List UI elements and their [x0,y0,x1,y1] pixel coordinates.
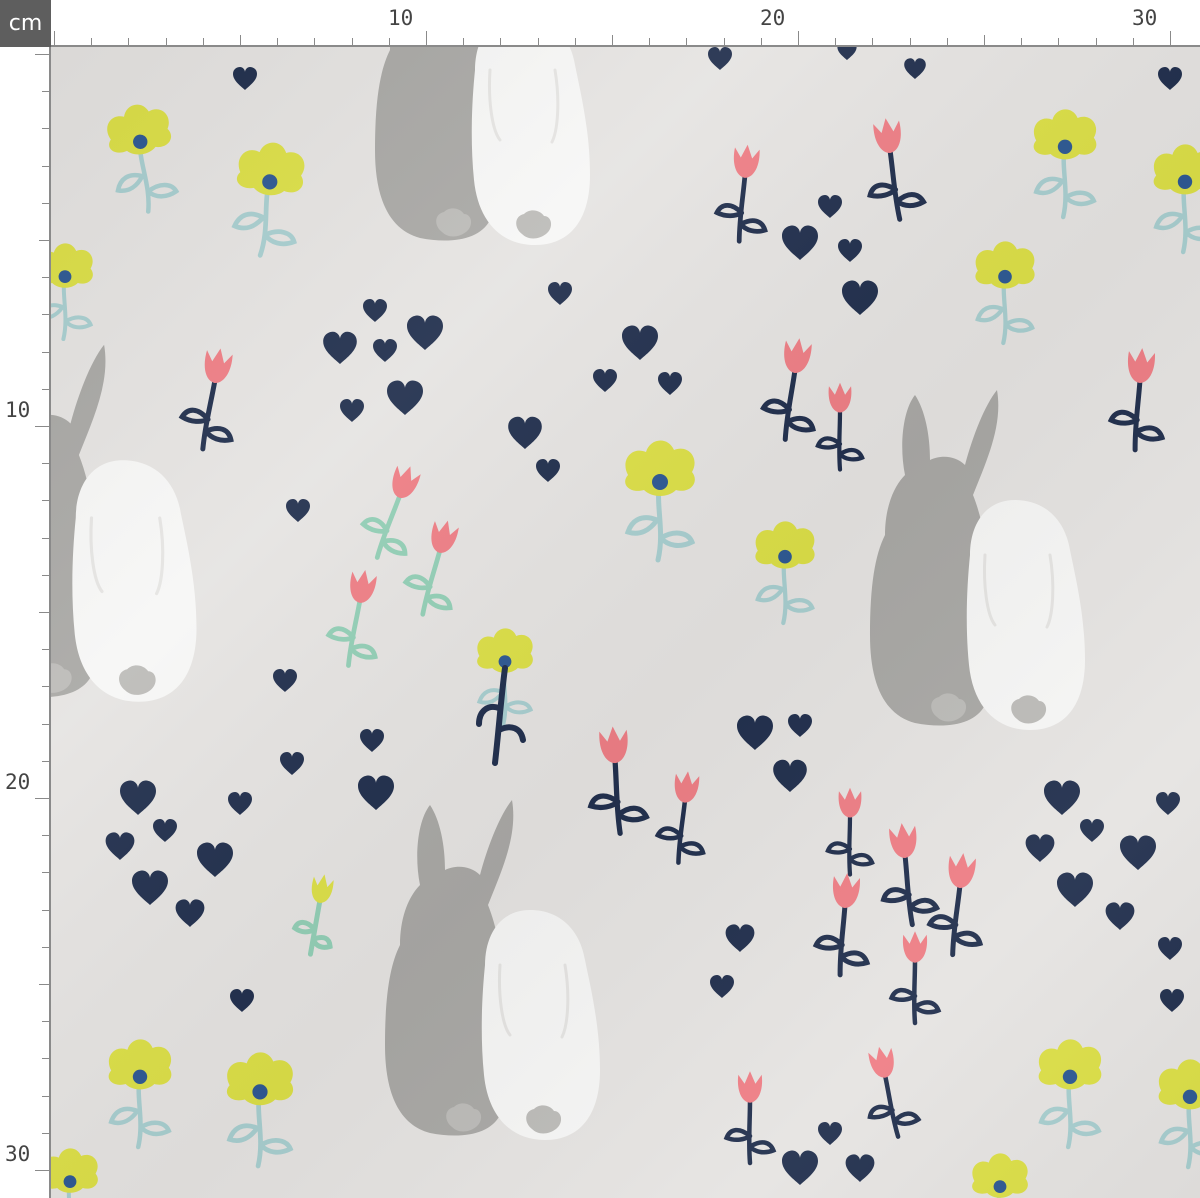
ruler-tick [35,54,49,55]
ruler-tick [42,91,49,93]
ruler-top-label-20: 20 [760,6,786,30]
ruler-left-label-20: 20 [5,770,31,794]
ruler-tick [1132,38,1134,45]
ruler-tick [42,1132,49,1134]
ruler-tick [42,649,49,651]
ruler-tick [500,38,502,45]
ruler-tick [42,1021,49,1023]
ruler-tick [723,38,725,45]
ruler-tick [42,1058,49,1060]
ruler-tick [760,38,762,45]
ruler-tick [128,38,130,45]
ruler-tick [686,38,688,45]
ruler-tick [649,38,651,45]
ruler-tick [35,1170,49,1171]
horizontal-ruler: 10 20 30 [51,0,1200,47]
ruler-tick [909,38,911,45]
ruler-left-label-10: 10 [5,398,31,422]
ruler-tick [42,165,49,167]
ruler-tick [1170,31,1171,45]
ruler-tick [798,31,799,45]
ruler-tick [42,946,49,948]
ruler-tick [42,872,49,874]
ruler-tick [872,38,874,45]
ruler-tick [426,31,427,45]
ruler-tick [42,463,49,465]
fabric-pattern-preview [51,47,1200,1198]
ruler-tick [42,909,49,911]
ruler-tick [42,351,49,353]
ruler-tick [946,38,948,45]
ruler-tick [1095,38,1097,45]
ruler-tick [835,38,837,45]
ruler-tick [42,500,49,502]
ruler-tick [1058,38,1060,45]
ruler-tick [574,38,576,45]
ruler-tick [39,984,49,985]
ruler-tick [165,38,167,45]
ruler-tick [35,426,49,427]
ruler-tick [612,35,613,45]
vertical-ruler: 10 20 30 [0,47,51,1198]
ruler-top-label-10: 10 [388,6,414,30]
ruler-tick [54,31,55,45]
ruler-left-label-30: 30 [5,1142,31,1166]
ruler-tick [42,686,49,688]
drape-shading [51,47,1200,1198]
ruler-tick [1021,38,1023,45]
ruler-tick [984,35,985,45]
ruler-tick [537,38,539,45]
ruler-tick [42,760,49,762]
ruler-tick [351,38,353,45]
ruler-tick [42,202,49,204]
ruler-tick [463,38,465,45]
ruler-tick [91,38,93,45]
ruler-tick [42,1095,49,1097]
ruler-tick [42,314,49,316]
ruler-tick [42,835,49,837]
ruler-tick [35,798,49,799]
ruler-tick [42,723,49,725]
ruler-tick [42,388,49,390]
ruler-tick [314,38,316,45]
ruler-tick [240,35,241,45]
ruler-tick [42,277,49,279]
ruler-tick [42,574,49,576]
ruler-tick [42,128,49,130]
ruler-top-label-30: 30 [1132,6,1158,30]
ruler-tick [388,38,390,45]
ruler-tick [277,38,279,45]
ruler-tick [39,612,49,613]
ruler-tick [202,38,204,45]
ruler-tick [42,537,49,539]
unit-label: cm [0,0,51,47]
ruler-tick [39,240,49,241]
